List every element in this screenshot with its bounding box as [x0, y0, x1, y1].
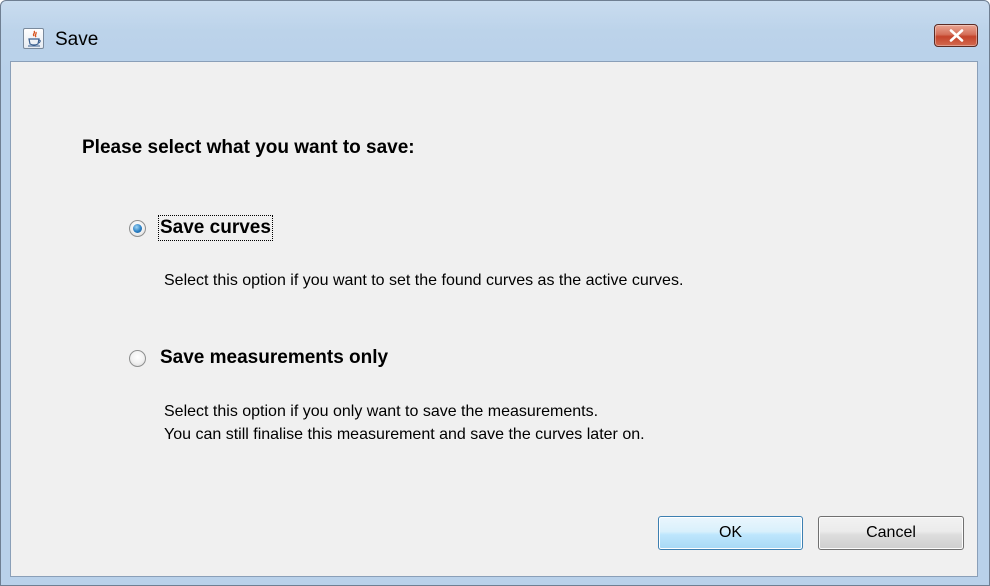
close-icon — [949, 29, 964, 42]
close-button[interactable] — [934, 24, 978, 47]
option-save-curves[interactable]: Save curves — [129, 215, 273, 241]
description-line: Select this option if you want to set th… — [164, 272, 684, 289]
dialog-content: Please select what you want to save: Sav… — [10, 61, 978, 577]
radio-save-measurements-only[interactable] — [129, 349, 146, 367]
window-title: Save — [55, 29, 99, 50]
ok-button[interactable]: OK — [658, 516, 803, 550]
option-save-measurements-only[interactable]: Save measurements only — [129, 347, 388, 369]
cancel-button[interactable]: Cancel — [818, 516, 964, 550]
description-line: You can still finalise this measurement … — [164, 426, 645, 443]
save-dialog-window: Save Please select what you want to save… — [0, 0, 990, 586]
java-cup-icon — [23, 28, 44, 49]
option-label-save-measurements-only[interactable]: Save measurements only — [160, 347, 388, 369]
radio-save-curves[interactable] — [129, 219, 146, 237]
description-line: Select this option if you only want to s… — [164, 403, 599, 420]
option-description-save-curves: Select this option if you want to set th… — [164, 269, 683, 292]
title-bar[interactable]: Save — [1, 1, 989, 59]
option-label-save-curves[interactable]: Save curves — [158, 215, 273, 241]
option-description-save-measurements-only: Select this option if you only want to s… — [164, 400, 645, 446]
dialog-heading: Please select what you want to save: — [82, 137, 415, 158]
